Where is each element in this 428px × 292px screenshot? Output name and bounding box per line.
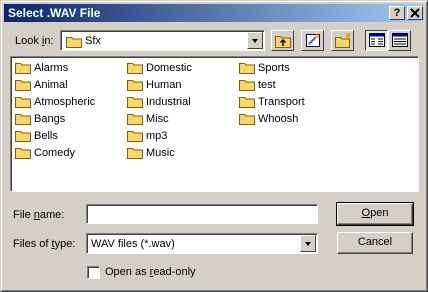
details-view-button[interactable] — [388, 30, 411, 51]
folder-icon — [127, 97, 143, 108]
close-button[interactable] — [407, 6, 423, 20]
window-title: Select .WAV File — [8, 6, 101, 20]
chevron-down-icon[interactable] — [300, 235, 316, 252]
look-in-value: Sfx — [85, 35, 101, 47]
folder-icon — [239, 63, 255, 74]
list-item-label: Misc — [146, 113, 169, 125]
file-list[interactable]: Alarms Animal Atmospheric Bangs Bells Comedy D… — [10, 56, 419, 192]
read-only-label[interactable]: Open as read-only — [105, 266, 196, 278]
folder-icon — [15, 63, 31, 74]
new-folder-icon — [335, 33, 351, 48]
look-in-label: Look in: — [15, 35, 54, 47]
folder-icon — [15, 114, 31, 125]
cancel-button[interactable]: Cancel — [337, 232, 413, 254]
list-item-label: Animal — [34, 79, 68, 91]
list-item-label: Industrial — [146, 96, 191, 108]
list-item-label: Atmospheric — [34, 96, 96, 108]
file-name-input[interactable] — [86, 204, 318, 224]
file-name-label: File name: — [13, 209, 65, 221]
open-button[interactable]: Open — [336, 202, 414, 226]
folder-icon — [127, 80, 143, 91]
folder-icon — [239, 114, 255, 125]
title-bar[interactable]: Select .WAV File ? — [4, 4, 424, 22]
list-view-button[interactable] — [365, 30, 388, 51]
list-item-label: Comedy — [34, 147, 75, 159]
desktop-icon — [306, 34, 320, 47]
folder-icon — [15, 97, 31, 108]
list-item-label: Sports — [258, 62, 290, 74]
desktop-button[interactable] — [301, 30, 324, 51]
up-one-level-button[interactable] — [271, 30, 294, 51]
list-item-label: Bangs — [34, 113, 66, 125]
file-type-label: Files of type: — [13, 238, 76, 250]
list-item-label: Human — [146, 79, 182, 91]
help-button[interactable]: ? — [389, 6, 405, 20]
folder-icon — [239, 80, 255, 91]
list-view-icon — [369, 33, 385, 47]
folder-icon — [15, 80, 31, 91]
list-item-label: Alarms — [34, 62, 69, 74]
folder-icon — [127, 148, 143, 159]
look-in-dropdown[interactable]: Sfx — [60, 30, 265, 51]
list-item-label: Whoosh — [258, 113, 299, 125]
folder-icon — [127, 114, 143, 125]
read-only-checkbox[interactable] — [87, 266, 100, 279]
folder-icon — [15, 148, 31, 159]
chevron-down-icon[interactable] — [247, 32, 263, 49]
close-icon — [410, 8, 420, 18]
file-type-value: WAV files (*.wav) — [91, 238, 175, 250]
list-item-label: Music — [146, 147, 175, 159]
select-wav-dialog: Select .WAV File ? Look in: Sfx Alarms A… — [0, 0, 428, 292]
list-item-label: test — [258, 79, 276, 91]
folder-icon — [15, 131, 31, 142]
folder-icon — [127, 63, 143, 74]
details-view-icon — [392, 33, 408, 47]
folder-icon — [66, 37, 82, 48]
list-item-label: Domestic — [146, 62, 192, 74]
folder-up-icon — [275, 36, 291, 48]
list-item-label: Transport — [258, 96, 305, 108]
folder-icon — [239, 97, 255, 108]
list-item-label: Bells — [34, 130, 58, 142]
create-new-folder-button[interactable] — [331, 30, 354, 51]
folder-icon — [127, 131, 143, 142]
list-item-label: mp3 — [146, 130, 168, 142]
file-type-dropdown[interactable]: WAV files (*.wav) — [86, 233, 318, 254]
